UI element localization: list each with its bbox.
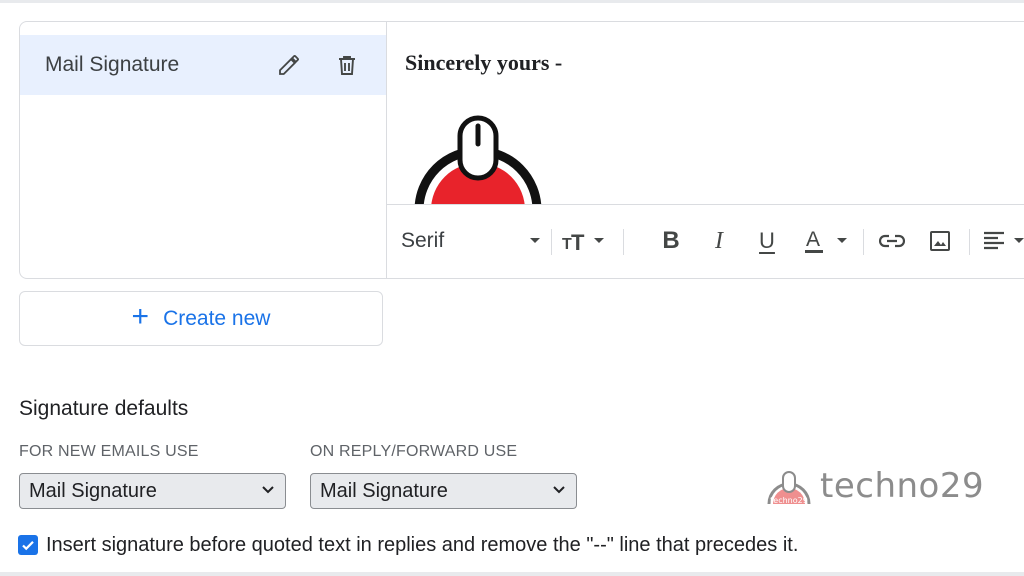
trash-icon[interactable] xyxy=(331,49,363,81)
svg-text:T: T xyxy=(571,230,585,253)
create-new-button[interactable]: + Create new xyxy=(19,291,383,346)
link-icon[interactable] xyxy=(874,223,910,259)
bold-button[interactable]: B xyxy=(655,223,687,259)
create-new-label: Create new xyxy=(163,306,271,330)
new-emails-select-value: Mail Signature xyxy=(29,480,157,502)
align-left-icon[interactable] xyxy=(979,223,1024,259)
italic-button[interactable]: I xyxy=(703,223,735,259)
signature-defaults-heading: Signature defaults xyxy=(19,397,189,420)
chevron-down-icon xyxy=(530,238,540,243)
checkmark-icon xyxy=(22,541,34,551)
signature-panel: Mail Signature Sincerely yours - Serif T… xyxy=(19,21,1024,279)
pencil-icon[interactable] xyxy=(273,49,305,81)
chevron-down-icon xyxy=(262,486,274,494)
insert-signature-option: Insert signature before quoted text in r… xyxy=(18,533,798,557)
toolbar-divider xyxy=(551,229,552,255)
insert-signature-checkbox[interactable] xyxy=(18,535,38,555)
techno29-logo: techno29 xyxy=(767,471,811,505)
underline-button[interactable]: U xyxy=(751,223,783,259)
plus-icon: + xyxy=(131,300,150,333)
toolbar-divider xyxy=(969,229,970,255)
text-color-button[interactable]: A xyxy=(801,223,857,259)
reply-forward-signature-select[interactable]: Mail Signature xyxy=(310,473,577,509)
techno29-watermark: techno29 techno29 xyxy=(766,466,984,506)
reply-forward-select-value: Mail Signature xyxy=(320,480,448,502)
text-color-letter: A xyxy=(806,228,820,251)
signature-name: Mail Signature xyxy=(45,53,180,76)
font-select[interactable]: Serif xyxy=(401,223,541,259)
signature-editor-body[interactable]: Sincerely yours - xyxy=(387,22,1024,205)
formatting-toolbar: Serif T T B I U A xyxy=(387,205,1024,277)
signature-list-item[interactable]: Mail Signature xyxy=(20,35,386,95)
insert-signature-label: Insert signature before quoted text in r… xyxy=(46,533,799,556)
top-divider xyxy=(0,0,1024,3)
signature-editor: Sincerely yours - Serif T T B I U A xyxy=(387,22,1024,278)
signature-content-text: Sincerely yours - xyxy=(405,50,563,75)
font-select-value: Serif xyxy=(401,229,445,252)
watermark-text: techno29 xyxy=(820,466,985,506)
toolbar-divider xyxy=(623,229,624,255)
signature-list: Mail Signature xyxy=(20,22,387,278)
reply-forward-label: ON REPLY/FORWARD USE xyxy=(310,443,518,460)
chevron-down-icon xyxy=(553,486,565,494)
new-emails-label: FOR NEW EMAILS USE xyxy=(19,443,199,460)
watermark-logo-text: techno29 xyxy=(770,496,808,505)
toolbar-divider xyxy=(863,229,864,255)
image-icon[interactable] xyxy=(922,223,958,259)
bottom-divider xyxy=(0,572,1024,576)
power-mouse-logo xyxy=(411,110,545,204)
new-emails-signature-select[interactable]: Mail Signature xyxy=(19,473,286,509)
text-size-icon[interactable]: T T xyxy=(561,223,613,259)
